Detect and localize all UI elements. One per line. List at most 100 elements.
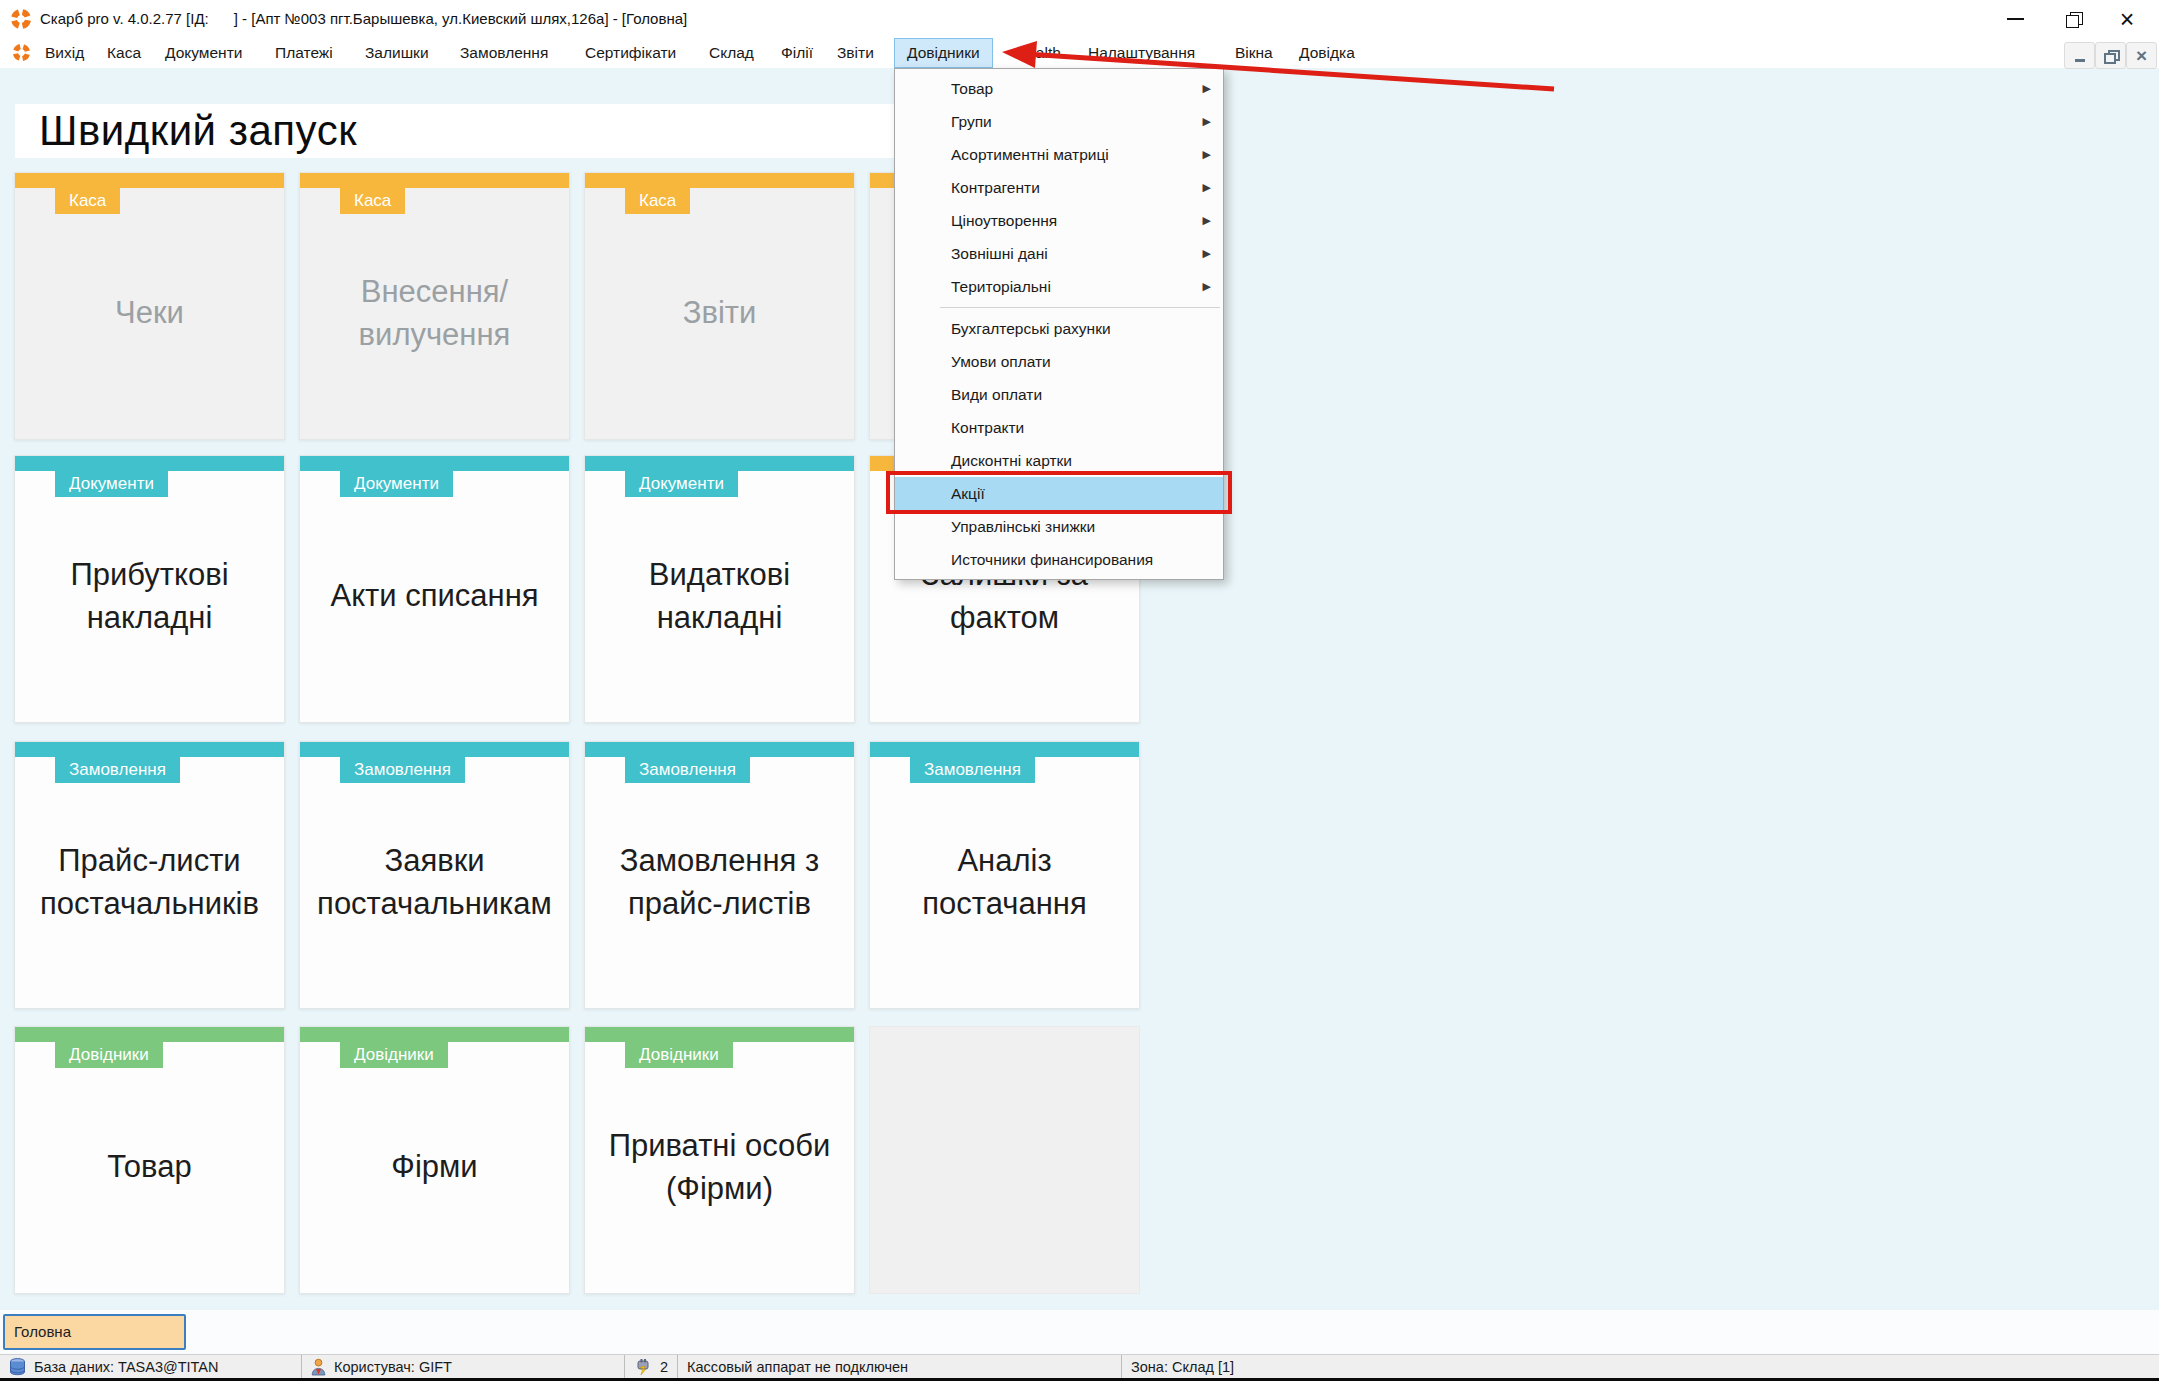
status-database: База даних: TASA3@TITAN: [0, 1355, 302, 1379]
submenu-arrow-icon: ▶: [1203, 204, 1211, 237]
tile-label: Прибуткові накладні: [19, 471, 280, 722]
submenu-arrow-icon: ▶: [1203, 138, 1211, 171]
menu-item-terytorialni[interactable]: Територіальні▶: [895, 270, 1223, 303]
tile-firmy[interactable]: Довідники Фірми: [299, 1026, 570, 1294]
window-close-button[interactable]: ×: [2099, 0, 2155, 38]
tile-cheky[interactable]: Каса Чеки: [14, 172, 285, 440]
tile-label: Замовлення з прайс-листів: [589, 757, 850, 1008]
tile-zamovlennia-z-price-lystiv[interactable]: Замовлення Замовлення з прайс-листів: [584, 741, 855, 1009]
title-bar: Скарб pro v. 4.0.2.77 [ІД: ] - [Апт №003…: [0, 0, 2159, 38]
menu-item-dyskontni-kartky[interactable]: Дисконтні картки: [895, 444, 1223, 477]
menu-item-tovar[interactable]: Товар▶: [895, 72, 1223, 105]
status-user: Користувач: GIFT: [302, 1355, 625, 1379]
menu-dovidka[interactable]: Довідка: [1299, 38, 1355, 68]
category-bar: [15, 456, 284, 471]
status-zone-text: Зона: Склад [1]: [1131, 1359, 1234, 1375]
tile-akty-spysannia[interactable]: Документи Акти списання: [299, 455, 570, 723]
category-bar: [300, 742, 569, 757]
mdi-restore-icon: [2104, 50, 2117, 62]
category-bar: [300, 1027, 569, 1042]
window-restore-button[interactable]: [2045, 0, 2101, 38]
database-icon: [9, 1358, 26, 1376]
menu-item-kontrakty[interactable]: Контракти: [895, 411, 1223, 444]
category-bar: [15, 173, 284, 188]
menu-item-tsinoutvorennia[interactable]: Ціноутворення▶: [895, 204, 1223, 237]
mdi-close-icon: ×: [2136, 46, 2147, 65]
menu-item-umovy-oplaty[interactable]: Умови оплати: [895, 345, 1223, 378]
menu-filii[interactable]: Філії: [781, 38, 813, 68]
tile-label: Заявки постачальникам: [304, 757, 565, 1008]
close-icon: ×: [2120, 7, 2135, 32]
mdi-restore-button[interactable]: [2095, 42, 2126, 69]
menu-kasa[interactable]: Каса: [107, 38, 141, 68]
tile-label: Фірми: [304, 1042, 565, 1293]
category-bar: [585, 1027, 854, 1042]
menu-zamovlennia[interactable]: Замовлення: [460, 38, 548, 68]
menu-item-istochniki-finansirovaniya[interactable]: Источники финансирования: [895, 543, 1223, 576]
menu-item-asortymentni-matrytsi[interactable]: Асортиментні матриці▶: [895, 138, 1223, 171]
status-user-text: Користувач: GIFT: [334, 1359, 452, 1375]
tile-label: Видаткові накладні: [589, 471, 850, 722]
status-bar: База даних: TASA3@TITAN Користувач: GIFT…: [0, 1354, 2159, 1379]
submenu-arrow-icon: ▶: [1203, 105, 1211, 138]
tile-label: Акти списання: [304, 471, 565, 722]
category-bar: [585, 173, 854, 188]
menu-item-zovnishni-dani[interactable]: Зовнішні дані▶: [895, 237, 1223, 270]
tile-label: Чеки: [19, 188, 280, 439]
menu-vykhid[interactable]: Вихід: [45, 38, 84, 68]
menu-bar: Вихід Каса Документи Платежі Залишки Зам…: [0, 38, 2159, 68]
tab-holovna[interactable]: Головна: [3, 1314, 186, 1350]
tile-label: Приватні особи (Фірми): [589, 1042, 850, 1293]
status-cash-register: Кассовый аппарат не подключен: [678, 1355, 1122, 1379]
tile-label: Товар: [19, 1042, 280, 1293]
menu-item-vydy-oplaty[interactable]: Види оплати: [895, 378, 1223, 411]
tile-empty-slot: [869, 1026, 1140, 1294]
menu-item-hrupy[interactable]: Групи▶: [895, 105, 1223, 138]
tile-label: Прайс-листи постачальників: [19, 757, 280, 1008]
tile-prybutkovi-nakladni[interactable]: Документи Прибуткові накладні: [14, 455, 285, 723]
menu-item-kontrahenty[interactable]: Контрагенти▶: [895, 171, 1223, 204]
menu-item-upravlinski-znyzhky[interactable]: Управлінські знижки: [895, 510, 1223, 543]
category-bar: [585, 742, 854, 757]
menu-item-bukhhalterski-rakhunky[interactable]: Бухгалтерські рахунки: [895, 312, 1223, 345]
tile-analiz-postachannia[interactable]: Замовлення Аналіз постачання: [869, 741, 1140, 1009]
mdi-minimize-button[interactable]: [2064, 42, 2095, 69]
menu-dokumenty[interactable]: Документи: [165, 38, 242, 68]
menu-health[interactable]: Health: [1016, 38, 1061, 68]
status-connection-count: 2: [660, 1359, 668, 1375]
menu-sertyfikaty[interactable]: Сертифікати: [585, 38, 676, 68]
mdi-close-button[interactable]: ×: [2126, 42, 2157, 69]
tile-zaiavky-postachalnykam[interactable]: Замовлення Заявки постачальникам: [299, 741, 570, 1009]
status-database-text: База даних: TASA3@TITAN: [34, 1359, 219, 1375]
submenu-arrow-icon: ▶: [1203, 270, 1211, 303]
status-zone: Зона: Склад [1]: [1122, 1355, 2159, 1379]
plug-icon: [634, 1359, 652, 1376]
menu-vikna[interactable]: Вікна: [1235, 38, 1273, 68]
category-bar: [300, 456, 569, 471]
user-icon: [311, 1358, 326, 1376]
app-logo-icon: [10, 8, 32, 30]
tile-tovar[interactable]: Довідники Товар: [14, 1026, 285, 1294]
tile-vnesennia-vyluchennia[interactable]: Каса Внесення/вилучення: [299, 172, 570, 440]
menu-dovidnyky[interactable]: Довідники: [894, 38, 993, 68]
menu-separator: [895, 303, 1223, 312]
menu-platezhi[interactable]: Платежі: [275, 38, 333, 68]
mdi-minimize-icon: [2075, 59, 2085, 62]
tile-zvity[interactable]: Каса Звіти: [584, 172, 855, 440]
submenu-arrow-icon: ▶: [1203, 171, 1211, 204]
menu-item-aktsii[interactable]: Акції: [895, 477, 1223, 510]
status-cash-connection: 2: [625, 1355, 678, 1379]
tile-pryvatni-osoby[interactable]: Довідники Приватні особи (Фірми): [584, 1026, 855, 1294]
submenu-arrow-icon: ▶: [1203, 237, 1211, 270]
menu-zvity[interactable]: Звіти: [837, 38, 874, 68]
menu-nalashtuvannia[interactable]: Налаштування: [1088, 38, 1195, 68]
menu-sklad[interactable]: Склад: [709, 38, 754, 68]
tile-price-lysty-postachalnykiv[interactable]: Замовлення Прайс-листи постачальників: [14, 741, 285, 1009]
menu-zalyshky[interactable]: Залишки: [365, 38, 429, 68]
app-window: Скарб pro v. 4.0.2.77 [ІД: ] - [Апт №003…: [0, 0, 2159, 1381]
dovidnyky-dropdown-menu: Товар▶ Групи▶ Асортиментні матриці▶ Конт…: [894, 68, 1224, 580]
tile-vydatkovi-nakladni[interactable]: Документи Видаткові накладні: [584, 455, 855, 723]
window-minimize-button[interactable]: [1987, 0, 2043, 38]
app-logo-icon-small: [12, 43, 31, 62]
window-title: Скарб pro v. 4.0.2.77 [ІД: ] - [Апт №003…: [40, 0, 687, 38]
